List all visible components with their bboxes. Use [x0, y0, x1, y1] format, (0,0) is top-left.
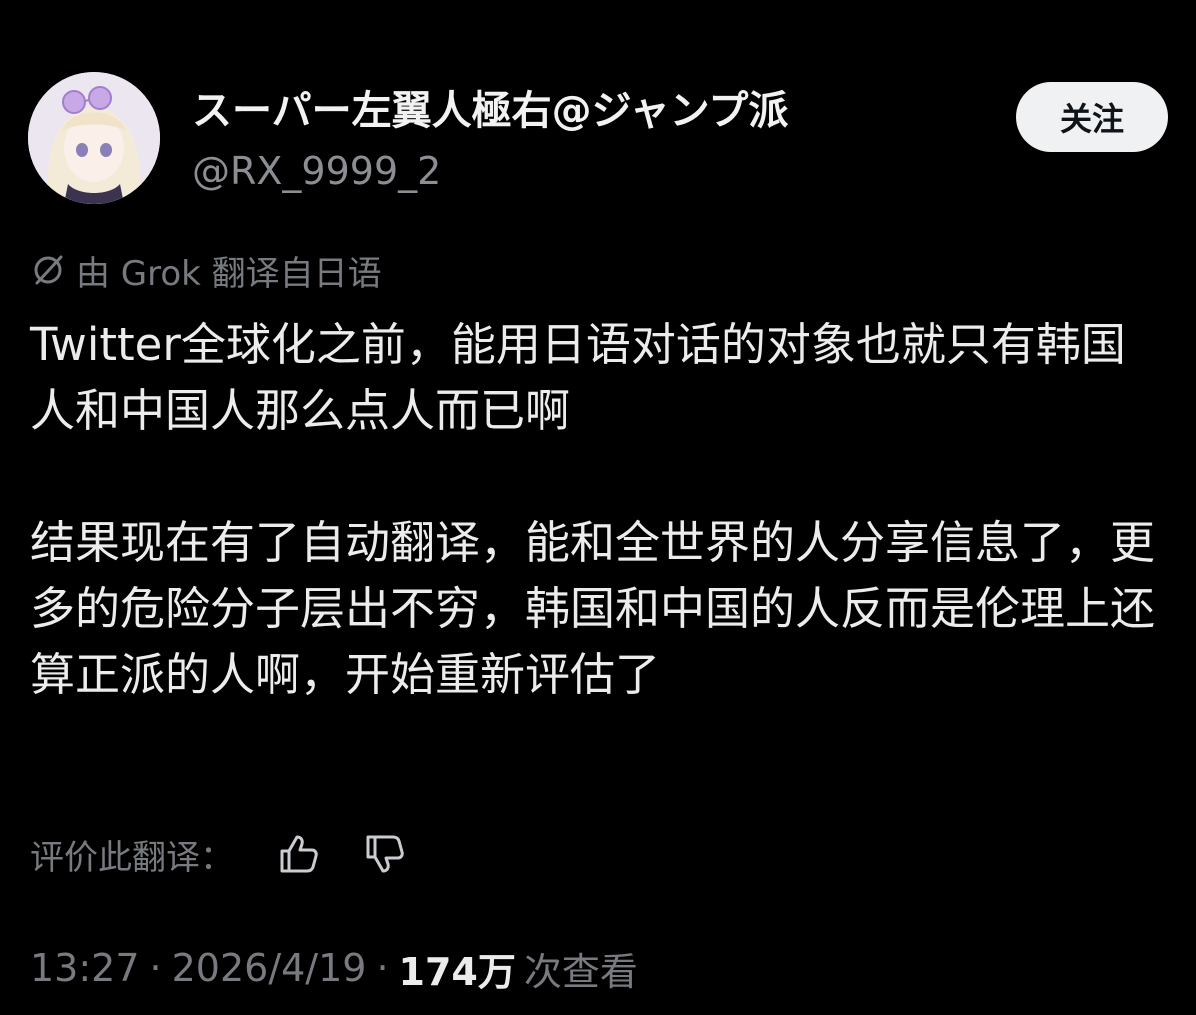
translate-icon — [30, 252, 66, 288]
views-label: 次查看 — [523, 949, 638, 994]
views-count: 174万 — [398, 949, 516, 994]
avatar[interactable] — [28, 72, 160, 204]
post-meta: 13:27 · 2026/4/19 · 174万 次查看 — [30, 940, 638, 996]
post-paragraph: 结果现在有了自动翻译，能和全世界的人分享信息了，更多的危险分子层出不穷，韩国和中… — [30, 516, 1156, 701]
author-handle[interactable]: @RX_9999_2 — [192, 148, 988, 194]
post-header: スーパー左翼人極右@ジャンプ派 @RX_9999_2 关注 — [28, 72, 1168, 204]
author-display-name[interactable]: スーパー左翼人極右@ジャンプ派 — [192, 86, 988, 136]
rate-translation-label: 评价此翻译： — [30, 837, 234, 878]
author-info: スーパー左翼人極右@ジャンプ派 @RX_9999_2 — [192, 86, 988, 194]
translation-notice: 由 Grok 翻译自日语 — [30, 244, 382, 296]
meta-separator: · — [376, 946, 389, 990]
post-time[interactable]: 13:27 — [30, 946, 140, 990]
meta-separator: · — [149, 946, 162, 990]
thumbs-down-icon[interactable] — [362, 831, 408, 877]
follow-button[interactable]: 关注 — [1016, 82, 1168, 152]
avatar-image — [28, 72, 160, 204]
rate-translation: 评价此翻译： — [30, 826, 408, 882]
translation-notice-text: 由 Grok 翻译自日语 — [76, 253, 382, 294]
thumbs-up-icon[interactable] — [276, 831, 322, 877]
post-paragraph: Twitter全球化之前，能用日语对话的对象也就只有韩国人和中国人那么点人而已啊 — [30, 318, 1126, 437]
post-body: Twitter全球化之前，能用日语对话的对象也就只有韩国人和中国人那么点人而已啊… — [30, 312, 1170, 708]
post-date[interactable]: 2026/4/19 — [172, 946, 367, 990]
